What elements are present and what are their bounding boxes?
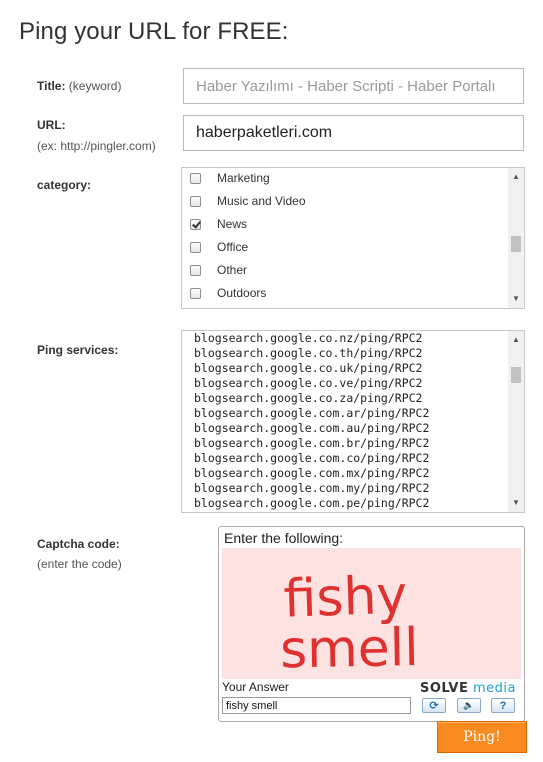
category-item-news[interactable]: News	[190, 214, 247, 234]
solve-media-logo: SOLVE media	[420, 681, 516, 696]
audio-icon: 🔈	[463, 700, 475, 710]
captcha-widget: Enter the following: fishy smell Your An…	[218, 526, 525, 722]
ping-services-label-text: Ping services:	[37, 343, 119, 357]
category-label-text: category:	[37, 178, 92, 192]
category-item-music-and-video[interactable]: Music and Video	[190, 191, 306, 211]
category-item-label: News	[217, 217, 248, 231]
title-label-text: Title:	[37, 79, 66, 93]
category-item-label: Office	[217, 240, 249, 254]
checkbox-checked[interactable]	[190, 218, 201, 230]
scroll-down-icon[interactable]: ▼	[508, 292, 524, 306]
ping-service-line: blogsearch.google.com.mx/ping/RPC2	[194, 466, 430, 480]
url-label: URL:	[37, 115, 66, 135]
url-input[interactable]	[183, 115, 524, 151]
url-sublabel: (ex: http://pingler.com)	[37, 136, 156, 156]
checkbox[interactable]	[190, 241, 201, 253]
ping-service-line: blogsearch.google.com.br/ping/RPC2	[194, 436, 430, 450]
captcha-answer-input[interactable]	[222, 697, 411, 714]
checkbox[interactable]	[190, 287, 201, 299]
scroll-thumb[interactable]	[511, 367, 521, 383]
category-item-office[interactable]: Office	[190, 237, 248, 257]
scroll-up-icon[interactable]: ▲	[508, 333, 524, 347]
url-label-text: URL:	[37, 118, 66, 132]
category-label: category:	[37, 175, 91, 195]
category-item-label: Outdoors	[217, 286, 267, 300]
ping-service-line: blogsearch.google.co.uk/ping/RPC2	[194, 361, 423, 375]
category-item-label: Music and Video	[217, 194, 306, 208]
refresh-icon: ⟳	[429, 700, 439, 712]
captcha-label: Captcha code:	[37, 534, 120, 554]
help-icon: ?	[499, 699, 507, 712]
title-label: Title: (keyword)	[37, 76, 121, 96]
captcha-challenge-line-2: smell	[280, 618, 420, 679]
scroll-thumb[interactable]	[511, 236, 521, 252]
category-item-label: Marketing	[217, 171, 270, 185]
ping-service-line: blogsearch.google.co.ve/ping/RPC2	[194, 376, 423, 390]
ping-service-line: blogsearch.google.com.au/ping/RPC2	[194, 421, 430, 435]
captcha-label-text: Captcha code:	[37, 537, 120, 551]
ping-button[interactable]: Ping!	[437, 721, 527, 753]
ping-service-line: blogsearch.google.com.pe/ping/RPC2	[194, 496, 430, 510]
scroll-up-icon[interactable]: ▲	[508, 170, 524, 184]
captcha-prompt: Enter the following:	[224, 530, 344, 546]
captcha-challenge-graphic: fishy smell	[280, 565, 420, 680]
title-input[interactable]	[183, 68, 524, 104]
checkbox[interactable]	[190, 172, 201, 184]
solve-media-logo-solve: SOLVE	[420, 681, 469, 696]
page-title: Ping your URL for FREE:	[19, 18, 289, 45]
url-sublabel-text: (ex: http://pingler.com)	[37, 139, 156, 153]
ping-service-line: blogsearch.google.co.za/ping/RPC2	[194, 391, 423, 405]
captcha-image: fishy smell	[222, 548, 521, 680]
category-item-other[interactable]: Other	[190, 260, 247, 280]
ping-service-line: blogsearch.google.co.th/ping/RPC2	[194, 346, 423, 360]
ping-service-line: blogsearch.google.co.nz/ping/RPC2	[194, 331, 423, 345]
category-list[interactable]: Marketing Music and Video News Office Ot…	[181, 167, 525, 309]
captcha-help-button[interactable]: ?	[491, 698, 515, 713]
ping-service-line: blogsearch.google.com.co/ping/RPC2	[194, 451, 430, 465]
captcha-audio-button[interactable]: 🔈	[457, 698, 481, 713]
category-item-marketing[interactable]: Marketing	[190, 168, 270, 188]
checkbox[interactable]	[190, 264, 201, 276]
scroll-down-icon[interactable]: ▼	[508, 496, 524, 510]
checkbox[interactable]	[190, 195, 201, 207]
ping-services-textarea[interactable]: blogsearch.google.co.nz/ping/RPC2 blogse…	[181, 330, 525, 513]
captcha-sublabel-text: (enter the code)	[37, 557, 122, 571]
captcha-refresh-button[interactable]: ⟳	[422, 698, 446, 713]
ping-service-line: blogsearch.google.com.ar/ping/RPC2	[194, 406, 430, 420]
ping-service-line: blogsearch.google.com.my/ping/RPC2	[194, 481, 430, 495]
captcha-answer-label: Your Answer	[222, 680, 289, 694]
category-item-outdoors[interactable]: Outdoors	[190, 283, 266, 303]
category-scrollbar[interactable]: ▲ ▼	[508, 168, 524, 308]
category-item-label: Other	[217, 263, 248, 277]
captcha-sublabel: (enter the code)	[37, 554, 122, 574]
ping-services-label: Ping services:	[37, 340, 118, 360]
ping-services-scrollbar[interactable]: ▲ ▼	[508, 331, 524, 512]
title-sublabel: (keyword)	[68, 79, 122, 93]
solve-media-logo-media: media	[473, 681, 516, 696]
